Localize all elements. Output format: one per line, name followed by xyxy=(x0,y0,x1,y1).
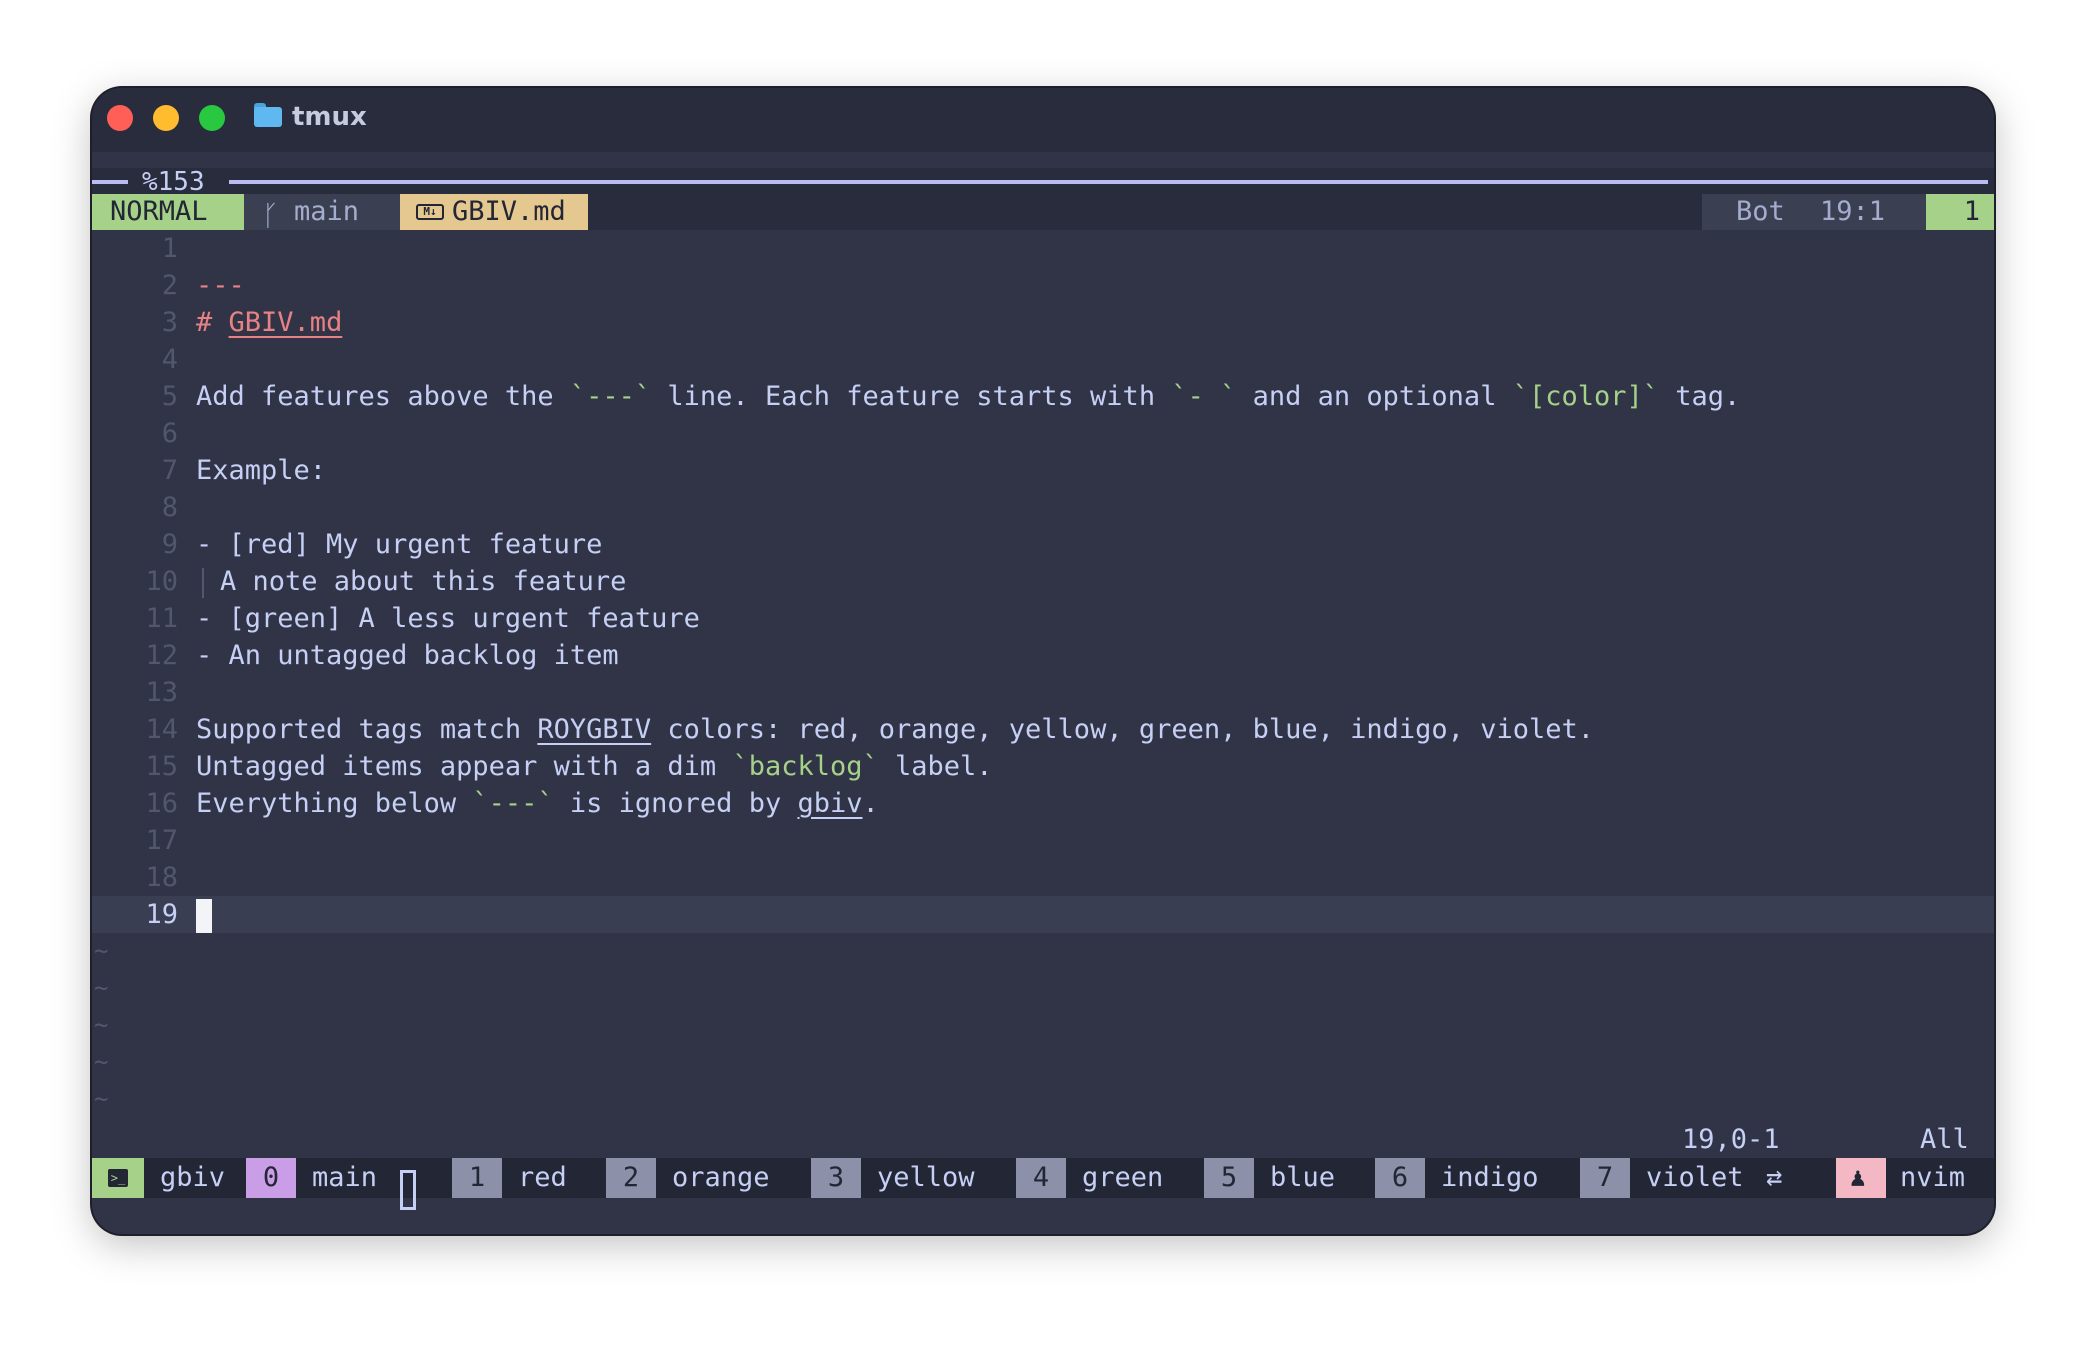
tmux-window-7-index[interactable]: 7 xyxy=(1580,1158,1630,1198)
tmux-status-bar: >_ gbiv 0 main 1 red 2 orange 3 yellow 4… xyxy=(92,1158,1994,1210)
mode-indicator: NORMAL xyxy=(92,194,244,230)
tmux-window-0-name[interactable]: main xyxy=(312,1158,377,1198)
tmux-window-4-name[interactable]: green xyxy=(1082,1158,1163,1198)
editor-line[interactable]: 4 xyxy=(92,341,1994,378)
tmux-window-5-index[interactable]: 5 xyxy=(1204,1158,1254,1198)
editor-line[interactable]: 13 xyxy=(92,674,1994,711)
editor-line[interactable]: 9- [red] My urgent feature xyxy=(92,526,1994,563)
swap-icon: ⇄ xyxy=(1766,1162,1783,1193)
tmux-window-2-index[interactable]: 2 xyxy=(606,1158,656,1198)
empty-line-marker: ~ xyxy=(94,937,109,965)
tmux-window-3-name[interactable]: yellow xyxy=(877,1158,975,1198)
tmux-window-6-name[interactable]: indigo xyxy=(1441,1158,1539,1198)
tmux-window-5-name[interactable]: blue xyxy=(1270,1158,1335,1198)
tmux-window-2-name[interactable]: orange xyxy=(672,1158,770,1198)
zoom-icon xyxy=(400,1170,416,1210)
terminal-window: tmux %153 NORMAL ᚴ main M↓ GBIV.md Bot 1… xyxy=(92,88,1994,1234)
editor-line[interactable]: 2 --- xyxy=(92,267,1994,304)
editor-line[interactable]: 16 Everything below `---` is ignored by g… xyxy=(92,785,1994,822)
empty-line-marker: ~ xyxy=(94,974,109,1002)
editor-line[interactable]: 14 Supported tags match ROYGBIV colors: r… xyxy=(92,711,1994,748)
folder-icon xyxy=(254,103,282,127)
nvim-statusline: NORMAL ᚴ main M↓ GBIV.md Bot 19:1 1 xyxy=(92,194,1994,232)
tmux-window-4-index[interactable]: 4 xyxy=(1016,1158,1066,1198)
empty-line-marker: ~ xyxy=(94,1011,109,1039)
ruler: 19,0-1 xyxy=(1682,1124,1780,1155)
command-line[interactable]: 19,0-1 All xyxy=(92,1122,1994,1158)
text-cursor xyxy=(196,898,212,933)
zoom-button[interactable] xyxy=(199,105,225,131)
tmux-window-3-index[interactable]: 3 xyxy=(811,1158,861,1198)
editor-line[interactable]: 12- An untagged backlog item xyxy=(92,637,1994,674)
editor-line[interactable]: 10 A note about this feature xyxy=(92,563,1994,600)
editor-line[interactable]: 11- [green] A less urgent feature xyxy=(92,600,1994,637)
title-bar: tmux xyxy=(92,88,1994,152)
editor-line[interactable]: 7 Example: xyxy=(92,452,1994,489)
git-branch-icon: ᚴ xyxy=(262,199,279,232)
scroll-indicator: All xyxy=(1920,1124,1969,1155)
tmux-window-1-name[interactable]: red xyxy=(518,1158,567,1198)
editor-line[interactable]: 6 xyxy=(92,415,1994,452)
pane-border: %153 xyxy=(92,168,1994,196)
minimize-button[interactable] xyxy=(153,105,179,131)
window-number: 1 xyxy=(1926,194,1994,230)
editor-line[interactable]: 3 # GBIV.md xyxy=(92,304,1994,341)
file-name: M↓ GBIV.md xyxy=(400,194,588,230)
process-name: nvim xyxy=(1900,1162,1966,1193)
tmux-window-0-index[interactable]: 0 xyxy=(246,1158,296,1198)
cursor-position: Bot 19:1 xyxy=(1702,194,1926,230)
session-name: gbiv xyxy=(160,1162,226,1193)
close-button[interactable] xyxy=(107,105,133,131)
empty-line-marker: ~ xyxy=(94,1048,109,1076)
editor-line[interactable]: 8 xyxy=(92,489,1994,526)
tmux-window-1-index[interactable]: 1 xyxy=(452,1158,502,1198)
git-branch: ᚴ main xyxy=(244,194,400,232)
tmux-window-6-index[interactable]: 6 xyxy=(1375,1158,1425,1198)
markdown-icon: M↓ xyxy=(416,204,444,220)
editor-line[interactable]: 15 Untagged items appear with a dim `back… xyxy=(92,748,1994,785)
editor-line[interactable]: 5 Add features above the `---` line. Each… xyxy=(92,378,1994,415)
tmux-window-7-name[interactable]: violet xyxy=(1646,1158,1744,1198)
editor-line-current[interactable]: 19 xyxy=(92,896,1994,933)
process-icon: ♟ xyxy=(1836,1158,1886,1198)
heading-text: GBIV.md xyxy=(228,307,343,338)
pane-id: %153 xyxy=(142,167,205,197)
editor-line[interactable]: 18 xyxy=(92,859,1994,896)
editor-line[interactable]: 17 xyxy=(92,822,1994,859)
empty-line-marker: ~ xyxy=(94,1085,109,1113)
window-title: tmux xyxy=(292,102,367,132)
editor-line[interactable]: 1 xyxy=(92,230,1994,267)
terminal-icon: >_ xyxy=(92,1158,144,1198)
